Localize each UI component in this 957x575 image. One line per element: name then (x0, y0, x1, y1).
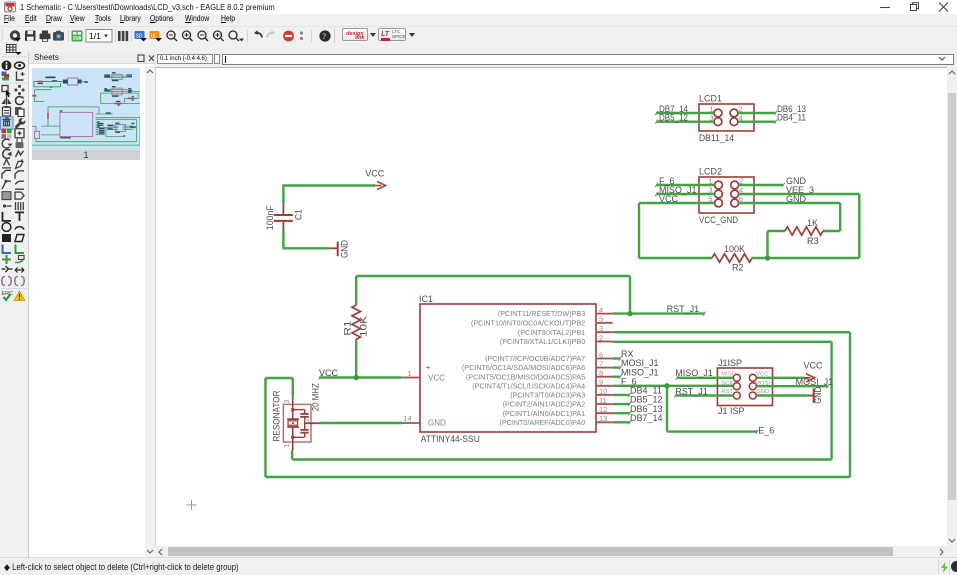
svg-text:1/1: 1/1 (89, 31, 101, 41)
svg-text:?: ? (322, 32, 326, 41)
svg-text:NFO: NFO (73, 36, 80, 40)
svg-text:ERC: ERC (2, 291, 14, 297)
